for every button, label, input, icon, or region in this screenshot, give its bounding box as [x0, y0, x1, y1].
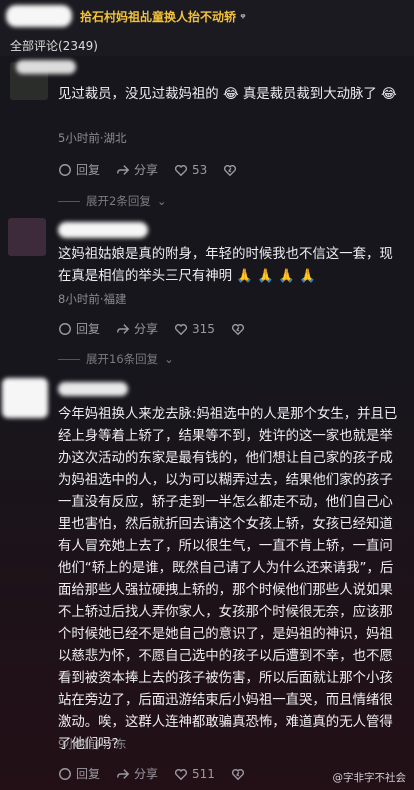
comment-actions: 回复 分享 53: [58, 161, 237, 178]
share-button[interactable]: 分享: [116, 161, 158, 178]
dislike-icon: [224, 164, 237, 176]
comment-icon: [59, 163, 71, 176]
dislike-button[interactable]: [231, 767, 245, 781]
share-button[interactable]: 分享: [116, 765, 158, 782]
comment-body: 这妈祖姑娘是真的附身，年轻的时候我也不信这一套，现在真是相信的举头三尺有神明 🙏…: [58, 244, 398, 288]
comment-text: 这妈祖姑娘是真的附身，年轻的时候我也不信这一套，现在真是相信的举头三尺有神明 🙏…: [58, 247, 393, 284]
reply-button[interactable]: 回复: [58, 320, 100, 337]
share-label: 分享: [134, 767, 159, 781]
divider-line: [58, 200, 80, 202]
heart-icon: [174, 768, 188, 780]
share-button[interactable]: 分享: [116, 320, 158, 337]
reply-label: 回复: [76, 163, 101, 177]
share-icon: [117, 164, 130, 175]
comment-body: 见过裁员，没见过裁妈祖的 😂 真是裁员裁到大动脉了 😂: [58, 84, 398, 106]
dislike-icon: [231, 768, 244, 780]
dislike-button[interactable]: [223, 163, 237, 177]
expand-label: 展开2条回复: [86, 194, 151, 208]
share-icon: [117, 768, 130, 779]
like-count: 511: [192, 766, 215, 781]
dislike-icon: [231, 323, 244, 335]
blurred-username: [6, 5, 72, 27]
comment-icon: [59, 322, 71, 335]
expand-replies[interactable]: 展开2条回复 ⌄: [58, 193, 166, 209]
like-count: 53: [192, 162, 208, 177]
comment-icon: [59, 767, 71, 780]
watermark: @字非字不社会: [332, 772, 407, 784]
topic-tag[interactable]: 拾石村妈祖乩童换人抬不动轿 ᵠ: [80, 8, 246, 25]
search-icon: ᵠ: [240, 11, 246, 24]
blurred-avatar: [2, 378, 48, 418]
comment-text: 今年妈祖换人来龙去脉:妈祖选中的人是那个女生，并且已经上身等着上轿了，结果等不到…: [58, 407, 398, 752]
reply-label: 回复: [76, 767, 101, 781]
share-icon: [117, 323, 130, 334]
blurred-username: [16, 60, 76, 74]
comment-actions: 回复 分享 315: [58, 320, 245, 337]
heart-icon: [174, 323, 188, 335]
reply-label: 回复: [76, 322, 101, 336]
like-count: 315: [192, 321, 215, 336]
blurred-username: [58, 382, 128, 396]
expand-replies[interactable]: 展开16条回复 ⌄: [58, 351, 174, 367]
dislike-button[interactable]: [231, 322, 245, 336]
reply-button[interactable]: 回复: [58, 161, 100, 178]
comment-meta: 8小时前·福建: [58, 292, 127, 306]
comment-meta: 9小时前·广东: [58, 737, 127, 751]
comment-text: 见过裁员，没见过裁妈祖的 😂 真是裁员裁到大动脉了 😂: [58, 87, 397, 102]
like-button[interactable]: 511: [174, 767, 215, 781]
blurred-username: [58, 222, 148, 238]
divider-line: [58, 358, 80, 360]
chevron-down-icon: ⌄: [164, 352, 174, 366]
chevron-down-icon: ⌄: [156, 194, 167, 208]
comment-meta: 5小时前·湖北: [58, 131, 127, 145]
like-button[interactable]: 53: [174, 163, 207, 177]
share-label: 分享: [134, 322, 159, 336]
heart-icon: [174, 164, 188, 176]
comment-body: 今年妈祖换人来龙去脉:妈祖选中的人是那个女生，并且已经上身等着上轿了，结果等不到…: [58, 404, 398, 756]
like-button[interactable]: 315: [174, 322, 215, 336]
comments-count: 全部评论(2349): [10, 39, 98, 53]
share-label: 分享: [134, 163, 159, 177]
topic-title: 拾石村妈祖乩童换人抬不动轿: [80, 10, 237, 24]
comment-actions: 回复 分享 511: [58, 765, 245, 782]
expand-label: 展开16条回复: [86, 352, 159, 366]
reply-button[interactable]: 回复: [58, 765, 100, 782]
avatar[interactable]: [8, 218, 46, 256]
